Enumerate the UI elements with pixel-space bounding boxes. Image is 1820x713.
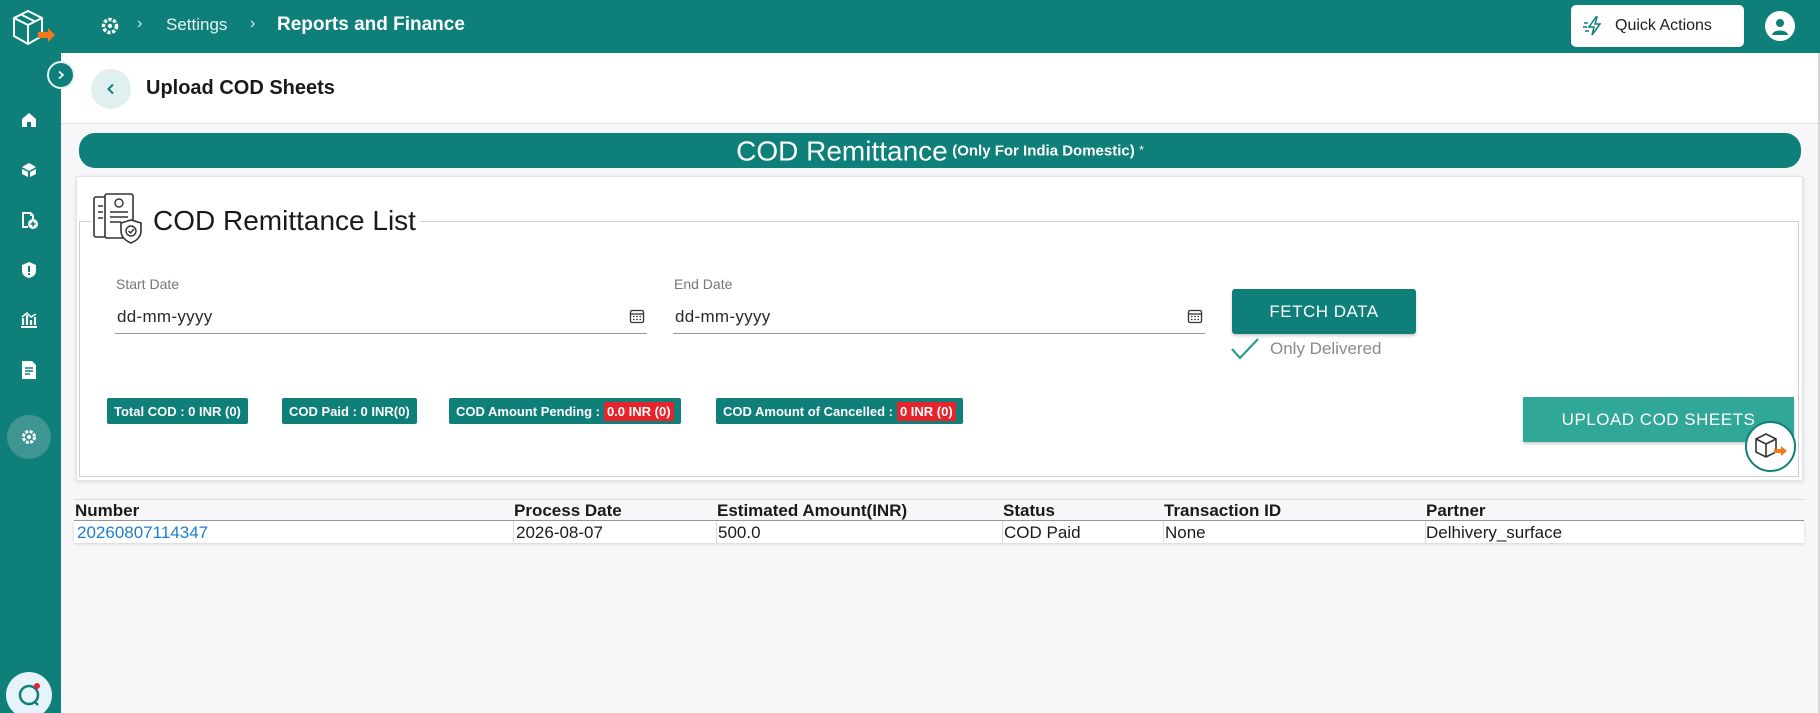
report-icon[interactable] <box>16 357 42 383</box>
start-date-label: Start Date <box>116 276 180 292</box>
column-divider <box>513 521 514 543</box>
estimated-amount-cell: 500.0 <box>718 523 761 542</box>
start-date-field[interactable]: dd-mm-yyyy <box>115 300 647 334</box>
cod-paid-badge: COD Paid : 0 INR(0) <box>282 398 417 424</box>
column-header-partner: Partner <box>1426 501 1486 520</box>
banner-title: COD Remittance <box>736 135 948 167</box>
column-divider <box>1163 521 1164 543</box>
quick-actions-label: Quick Actions <box>1615 17 1712 34</box>
cod-cancelled-label: COD Amount of Cancelled : <box>723 403 893 419</box>
cod-pending-badge: COD Amount Pending : 0.0 INR (0) <box>449 398 681 424</box>
column-divider <box>1002 521 1003 543</box>
start-date-value: dd-mm-yyyy <box>117 307 213 326</box>
card-title: COD Remittance List <box>153 205 416 236</box>
column-header-number: Number <box>75 501 140 520</box>
page-title: Upload COD Sheets <box>146 77 335 99</box>
end-date-value: dd-mm-yyyy <box>675 307 771 326</box>
cod-paid-value: 0 INR(0) <box>360 403 410 419</box>
sidebar <box>0 0 61 713</box>
document-shield-icon <box>93 193 142 244</box>
partner-cell: Delhivery_surface <box>1426 523 1563 542</box>
calendar-icon[interactable] <box>629 308 645 324</box>
lightning-icon <box>1583 16 1602 36</box>
add-document-icon[interactable] <box>16 207 42 233</box>
cod-cancelled-value: 0 INR (0) <box>896 401 956 421</box>
floating-app-logo-icon[interactable] <box>1745 421 1796 472</box>
card-legend: COD Remittance List <box>91 192 420 250</box>
column-divider <box>716 521 717 543</box>
table-header-row: Number Process Date Estimated Amount(INR… <box>74 500 1804 521</box>
total-cod-label: Total COD : <box>114 403 185 419</box>
settings-icon[interactable] <box>7 415 51 459</box>
remittance-table: Number Process Date Estimated Amount(INR… <box>74 499 1804 543</box>
chevron-right-icon: › <box>250 15 256 32</box>
cod-pending-label: COD Amount Pending : <box>456 403 600 419</box>
calendar-icon[interactable] <box>1187 308 1203 324</box>
box-icon[interactable] <box>16 157 42 183</box>
total-cod-value: 0 INR (0) <box>188 403 241 419</box>
cod-paid-label: COD Paid : <box>289 403 357 419</box>
process-date-cell: 2026-08-07 <box>516 523 603 542</box>
cod-cancelled-badge: COD Amount of Cancelled : 0 INR (0) <box>716 398 963 424</box>
column-header-estimated-amount: Estimated Amount(INR) <box>717 501 908 520</box>
column-header-status: Status <box>1003 501 1055 520</box>
table-row: 20260807114347 2026-08-07 500.0 COD Paid… <box>74 521 1804 543</box>
app-logo[interactable] <box>8 6 56 50</box>
end-date-field[interactable]: dd-mm-yyyy <box>673 300 1205 334</box>
cod-pending-value: 0.0 INR (0) <box>603 401 674 421</box>
chat-support-icon[interactable] <box>6 672 52 713</box>
banner-asterisk: * <box>1139 143 1144 157</box>
user-icon[interactable] <box>1765 11 1795 41</box>
banner-note: (Only For India Domestic) <box>952 142 1135 160</box>
bank-icon[interactable] <box>16 307 42 333</box>
chevron-left-icon <box>107 83 114 95</box>
column-header-process-date: Process Date <box>514 501 622 520</box>
breadcrumb-settings[interactable]: Settings <box>166 15 227 35</box>
home-icon[interactable] <box>16 107 42 133</box>
only-delivered-checkbox[interactable]: Only Delivered <box>1230 337 1382 361</box>
transaction-id-cell: None <box>1165 523 1206 542</box>
chevron-right-icon: › <box>137 15 143 32</box>
total-cod-badge: Total COD : 0 INR (0) <box>107 398 248 424</box>
settings-icon[interactable] <box>98 14 122 38</box>
fetch-data-button[interactable]: FETCH DATA <box>1232 289 1416 334</box>
page-header: Upload COD Sheets <box>61 53 1820 124</box>
only-delivered-label: Only Delivered <box>1270 339 1382 358</box>
quick-actions-button[interactable]: Quick Actions <box>1571 5 1744 47</box>
end-date-label: End Date <box>674 276 733 292</box>
column-header-transaction-id: Transaction ID <box>1164 501 1282 520</box>
cod-remittance-card: COD Remittance List Start Date dd-mm-yyy… <box>76 176 1803 481</box>
alert-icon[interactable] <box>16 257 42 283</box>
top-bar: › Settings › Reports and Finance Quick A… <box>61 0 1820 53</box>
cod-remittance-banner: COD Remittance (Only For India Domestic)… <box>79 133 1801 168</box>
remittance-number-link[interactable]: 20260807114347 <box>77 523 208 543</box>
back-button[interactable] <box>91 69 131 109</box>
checkmark-icon <box>1231 338 1259 360</box>
status-cell: COD Paid <box>1004 523 1081 542</box>
breadcrumb-current: Reports and Finance <box>277 14 465 35</box>
sidebar-expand-button[interactable] <box>47 61 75 89</box>
